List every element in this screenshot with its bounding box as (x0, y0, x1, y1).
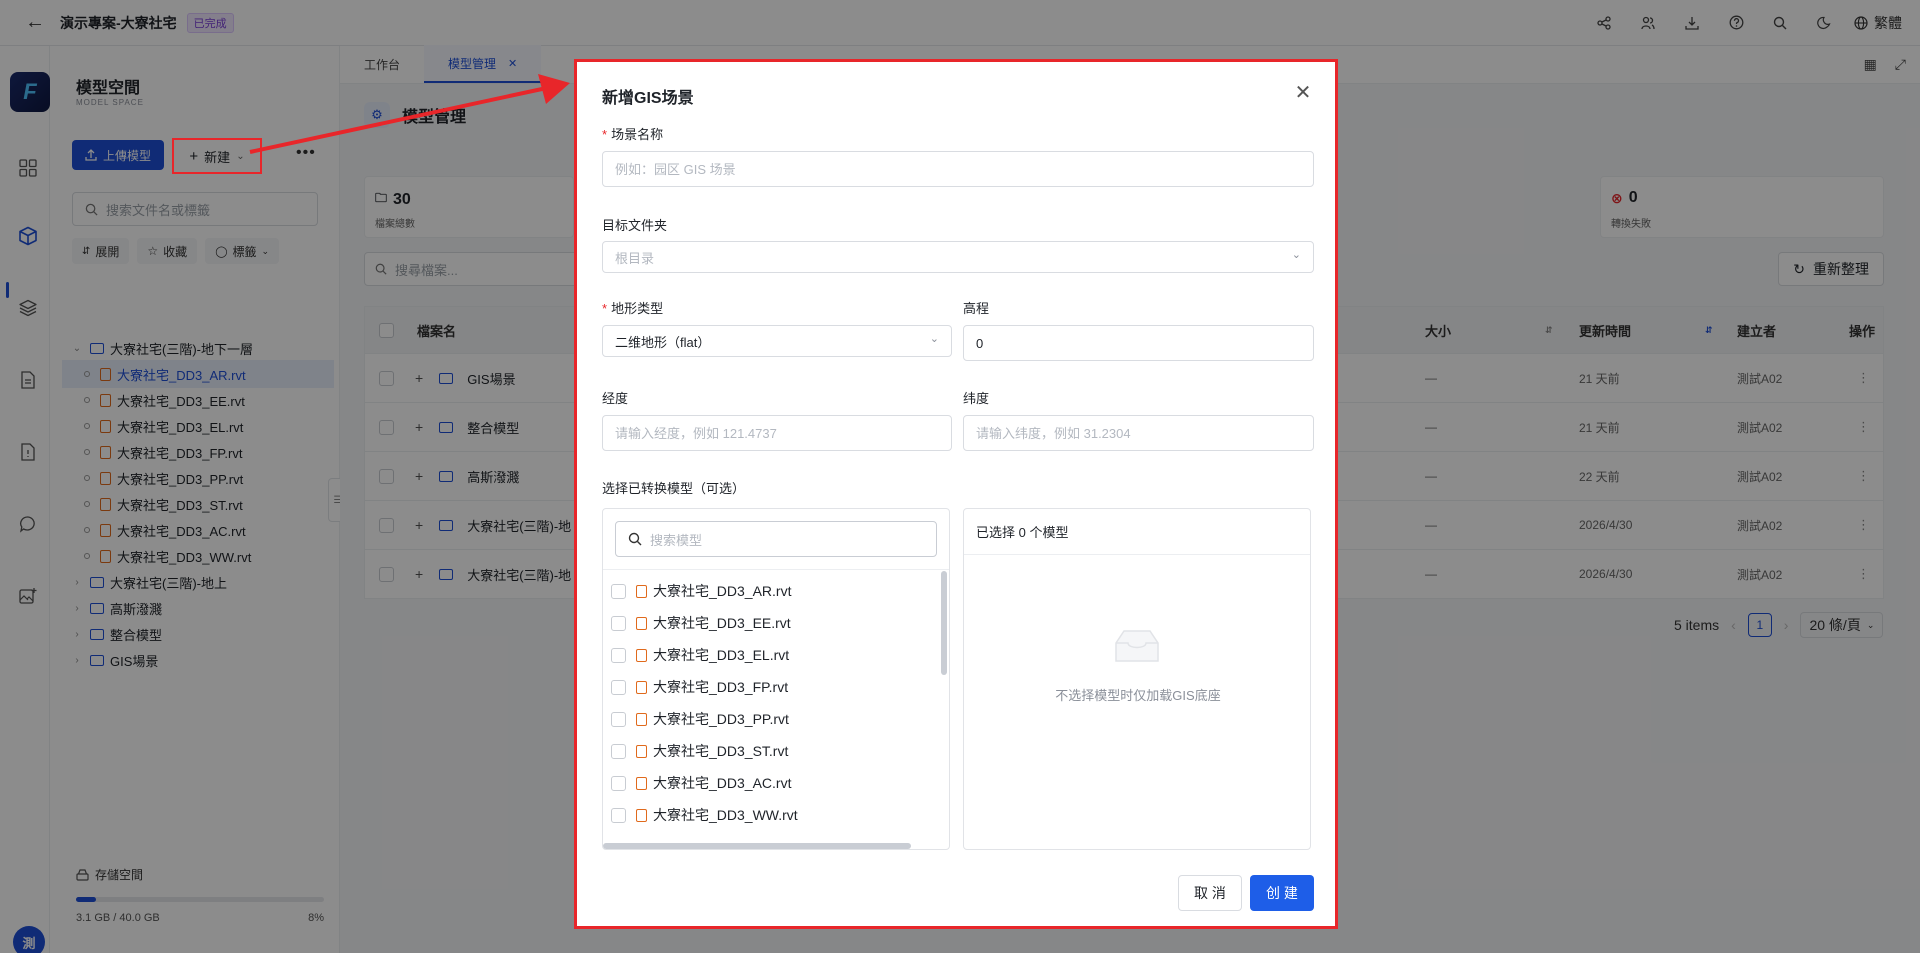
file-icon (636, 808, 647, 822)
model-list-item[interactable]: 大寮社宅_DD3_EE.rvt (611, 607, 931, 639)
file-icon (636, 680, 647, 694)
model-name: 大寮社宅_DD3_FP.rvt (653, 679, 789, 695)
model-name: 大寮社宅_DD3_ST.rvt (653, 743, 789, 759)
model-name: 大寮社宅_DD3_AR.rvt (653, 583, 792, 599)
model-checkbox[interactable] (611, 711, 626, 727)
longitude-field[interactable] (615, 425, 939, 441)
folder-label: 目标文件夹 (602, 218, 668, 233)
model-checkbox[interactable] (611, 647, 626, 663)
target-folder-select[interactable]: 根目录 ⌄ (602, 241, 1314, 273)
model-list-item[interactable]: 大寮社宅_DD3_WW.rvt (611, 799, 931, 831)
vertical-scrollbar[interactable] (941, 571, 947, 675)
model-checkbox[interactable] (611, 615, 626, 631)
longitude-label: 经度 (602, 391, 629, 406)
terrain-type-select[interactable]: 二维地形（flat） ⌄ (602, 325, 952, 357)
model-list-item[interactable]: 大寮社宅_DD3_AC.rvt (611, 767, 931, 799)
model-list-item[interactable]: 大寮社宅_DD3_PP.rvt (611, 703, 931, 735)
selected-count: 已选择 0 个模型 (964, 509, 1310, 555)
latitude-field[interactable] (976, 425, 1301, 441)
chevron-down-icon: ⌄ (1291, 249, 1301, 261)
latitude-label: 纬度 (963, 391, 990, 406)
file-icon (636, 648, 647, 662)
file-icon (636, 584, 647, 598)
model-picker-source: 搜索模型 大寮社宅_DD3_AR.rvt 大寮社宅_DD3_EE.rvt 大寮社宅_… (602, 508, 950, 850)
model-checkbox[interactable] (611, 679, 626, 695)
model-name: 大寮社宅_DD3_EL.rvt (653, 647, 790, 663)
model-list[interactable]: 大寮社宅_DD3_AR.rvt 大寮社宅_DD3_EE.rvt 大寮社宅_DD3_E… (603, 571, 943, 841)
terrain-label: * 地形类型 (602, 301, 664, 316)
divider (603, 569, 949, 570)
model-search-input[interactable]: 搜索模型 (615, 521, 937, 557)
model-list-item[interactable]: 大寮社宅_DD3_AR.rvt (611, 575, 931, 607)
model-picker-selected: 已选择 0 个模型 不选择模型时仅加载GIS底座 (963, 508, 1311, 850)
model-checkbox[interactable] (611, 807, 626, 823)
file-icon (636, 712, 647, 726)
empty-state-text: 不选择模型时仅加载GIS底座 (1055, 688, 1221, 703)
modal-highlight-frame: 新增GIS场景 ✕ *场景名称 目标文件夹 根目录 ⌄ *地形类型 二维地形（f… (574, 59, 1338, 929)
file-icon (636, 744, 647, 758)
file-icon (636, 776, 647, 790)
latitude-input[interactable] (963, 415, 1314, 451)
new-gis-scene-dialog: 新增GIS场景 ✕ *场景名称 目标文件夹 根目录 ⌄ *地形类型 二维地形（f… (577, 62, 1335, 926)
scene-name-label: * 场景名称 (602, 127, 664, 142)
create-button[interactable]: 创 建 (1250, 875, 1314, 911)
elevation-input[interactable]: 0 (963, 325, 1314, 361)
model-name: 大寮社宅_DD3_EE.rvt (653, 615, 791, 631)
model-checkbox[interactable] (611, 583, 626, 599)
search-icon (628, 532, 642, 546)
dialog-title: 新增GIS场景 (602, 90, 694, 107)
model-name: 大寮社宅_DD3_WW.rvt (653, 807, 798, 823)
file-icon (636, 616, 647, 630)
models-label: 选择已转换模型（可选） (602, 481, 746, 496)
model-list-item[interactable]: 大寮社宅_DD3_ST.rvt (611, 735, 931, 767)
empty-inbox-icon (1115, 630, 1159, 662)
model-list-item[interactable]: 大寮社宅_DD3_EL.rvt (611, 639, 931, 671)
model-name: 大寮社宅_DD3_AC.rvt (653, 775, 792, 791)
model-name: 大寮社宅_DD3_PP.rvt (653, 711, 789, 727)
longitude-input[interactable] (602, 415, 952, 451)
cancel-button[interactable]: 取 消 (1178, 875, 1242, 911)
chevron-down-icon: ⌄ (929, 333, 939, 345)
horizontal-scrollbar[interactable] (603, 843, 911, 849)
close-icon[interactable]: ✕ (1291, 80, 1315, 104)
model-list-item[interactable]: 大寮社宅_DD3_FP.rvt (611, 671, 931, 703)
scene-name-input[interactable] (602, 151, 1314, 187)
elevation-label: 高程 (963, 301, 990, 316)
scene-name-field[interactable] (615, 161, 1301, 177)
model-checkbox[interactable] (611, 743, 626, 759)
highlight-box (172, 138, 262, 174)
model-checkbox[interactable] (611, 775, 626, 791)
